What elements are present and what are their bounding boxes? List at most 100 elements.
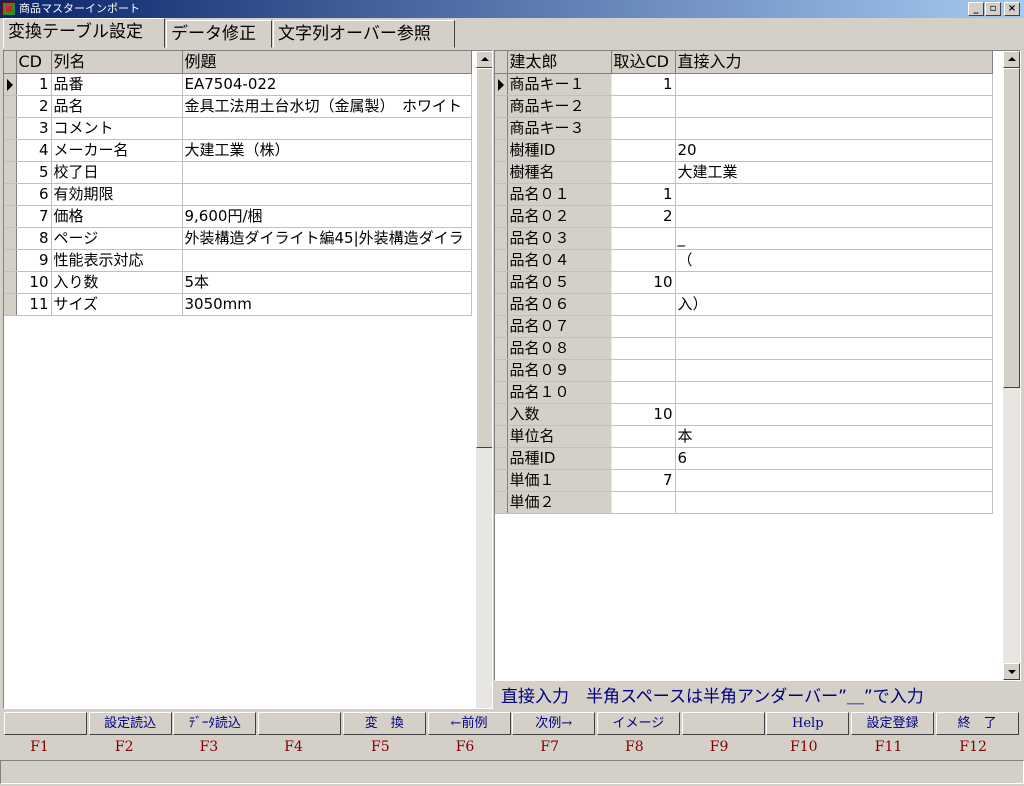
table-row[interactable]: 品名０５ 10 bbox=[495, 271, 993, 294]
cell-example[interactable]: 金具工法用土台水切（金属製） ホワイト bbox=[182, 95, 472, 118]
row-selector[interactable] bbox=[495, 95, 508, 118]
row-selector[interactable] bbox=[495, 447, 508, 470]
cell-direct-input[interactable]: 大建工業 bbox=[675, 161, 993, 184]
cell-column-name[interactable]: 有効期限 bbox=[51, 183, 183, 206]
left-grid-scrollbar[interactable] bbox=[476, 51, 492, 708]
row-selector[interactable] bbox=[495, 315, 508, 338]
scroll-thumb[interactable] bbox=[476, 68, 492, 448]
cell-cd[interactable]: 5 bbox=[16, 161, 52, 184]
cell-example[interactable]: 3050mm bbox=[182, 293, 472, 316]
cell-import-cd[interactable] bbox=[611, 249, 676, 272]
cell-import-cd[interactable] bbox=[611, 293, 676, 316]
cell-import-cd[interactable] bbox=[611, 95, 676, 118]
scroll-up-button[interactable] bbox=[476, 51, 492, 68]
table-row[interactable]: 樹種名 大建工業 bbox=[495, 161, 993, 184]
cell-direct-input[interactable] bbox=[675, 183, 993, 206]
row-selector[interactable] bbox=[495, 337, 508, 360]
table-row[interactable]: 樹種ID 20 bbox=[495, 139, 993, 162]
table-row[interactable]: 入数 10 bbox=[495, 403, 993, 426]
row-selector[interactable] bbox=[4, 293, 17, 316]
cell-direct-input[interactable]: 6 bbox=[675, 447, 993, 470]
row-selector[interactable] bbox=[4, 139, 17, 162]
cell-direct-input[interactable] bbox=[675, 205, 993, 228]
cell-import-cd[interactable] bbox=[611, 381, 676, 404]
cell-column-name[interactable]: 性能表示対応 bbox=[51, 249, 183, 272]
row-selector[interactable] bbox=[495, 491, 508, 514]
cell-direct-input[interactable] bbox=[675, 403, 993, 426]
cell-direct-input[interactable] bbox=[675, 381, 993, 404]
cell-column-name[interactable]: サイズ bbox=[51, 293, 183, 316]
cell-cd[interactable]: 6 bbox=[16, 183, 52, 206]
convert-button[interactable]: 変 換 bbox=[342, 712, 426, 735]
save-settings-button[interactable]: 設定登録 bbox=[851, 712, 934, 735]
maximize-button[interactable]: ▫ bbox=[985, 2, 1001, 16]
table-row[interactable]: 品名０６ 入） bbox=[495, 293, 993, 316]
table-row[interactable]: 4 メーカー名 大建工業（株） bbox=[4, 139, 472, 162]
cell-direct-input[interactable] bbox=[675, 315, 993, 338]
row-selector[interactable] bbox=[495, 139, 508, 162]
cell-cd[interactable]: 10 bbox=[16, 271, 52, 294]
cell-direct-input[interactable] bbox=[675, 73, 993, 96]
table-row[interactable]: 1 品番 EA7504-022 bbox=[4, 73, 472, 96]
cell-example[interactable]: 5本 bbox=[182, 271, 472, 294]
row-selector[interactable] bbox=[495, 205, 508, 228]
exit-button[interactable]: 終 了 bbox=[935, 712, 1019, 735]
table-row[interactable]: 単価１ 7 bbox=[495, 469, 993, 492]
cell-import-cd[interactable]: 2 bbox=[611, 205, 676, 228]
cell-cd[interactable]: 9 bbox=[16, 249, 52, 272]
cell-column-name[interactable]: メーカー名 bbox=[51, 139, 183, 162]
cell-direct-input[interactable] bbox=[675, 359, 993, 382]
row-selector[interactable] bbox=[495, 359, 508, 382]
table-row[interactable]: 11 サイズ 3050mm bbox=[4, 293, 472, 316]
row-selector[interactable] bbox=[495, 73, 508, 96]
table-row[interactable]: 8 ページ 外装構造ダイライト編45|外装構造ダイラ bbox=[4, 227, 472, 250]
cell-direct-input[interactable] bbox=[675, 95, 993, 118]
tab-conversion-table[interactable]: 変換テーブル設定 bbox=[3, 18, 165, 48]
previous-example-button[interactable]: ←前例 bbox=[427, 712, 511, 735]
cell-direct-input[interactable] bbox=[675, 271, 993, 294]
cell-cd[interactable]: 3 bbox=[16, 117, 52, 140]
cell-cd[interactable]: 4 bbox=[16, 139, 52, 162]
cell-direct-input[interactable] bbox=[675, 117, 993, 140]
cell-import-cd[interactable] bbox=[611, 315, 676, 338]
cell-import-cd[interactable] bbox=[611, 337, 676, 360]
cell-import-cd[interactable]: 10 bbox=[611, 403, 676, 426]
table-row[interactable]: 7 価格 9,600円/梱 bbox=[4, 205, 472, 228]
cell-example[interactable] bbox=[182, 249, 472, 272]
scroll-down-button[interactable] bbox=[1003, 663, 1020, 680]
row-selector[interactable] bbox=[495, 161, 508, 184]
cell-cd[interactable]: 1 bbox=[16, 73, 52, 96]
row-selector[interactable] bbox=[4, 73, 17, 96]
cell-import-cd[interactable]: 7 bbox=[611, 469, 676, 492]
cell-import-cd[interactable] bbox=[611, 161, 676, 184]
cell-example[interactable]: EA7504-022 bbox=[182, 73, 472, 96]
row-selector[interactable] bbox=[495, 425, 508, 448]
cell-example[interactable]: 外装構造ダイライト編45|外装構造ダイラ bbox=[182, 227, 472, 250]
cell-example[interactable] bbox=[182, 183, 472, 206]
close-button[interactable]: × bbox=[1004, 2, 1020, 16]
minimize-button[interactable]: _ bbox=[968, 2, 984, 16]
image-button[interactable]: イメージ bbox=[596, 712, 680, 735]
row-selector[interactable] bbox=[495, 183, 508, 206]
table-row[interactable]: 2 品名 金具工法用土台水切（金属製） ホワイト bbox=[4, 95, 472, 118]
cell-column-name[interactable]: 価格 bbox=[51, 205, 183, 228]
cell-import-cd[interactable] bbox=[611, 227, 676, 250]
cell-direct-input[interactable]: （ bbox=[675, 249, 993, 272]
row-selector[interactable] bbox=[495, 249, 508, 272]
row-selector[interactable] bbox=[495, 403, 508, 426]
row-selector[interactable] bbox=[495, 469, 508, 492]
cell-import-cd[interactable]: 10 bbox=[611, 271, 676, 294]
row-selector[interactable] bbox=[4, 161, 17, 184]
row-selector[interactable] bbox=[4, 205, 17, 228]
table-row[interactable]: 商品キー１ 1 bbox=[495, 73, 993, 96]
row-selector[interactable] bbox=[4, 117, 17, 140]
cell-import-cd[interactable]: 1 bbox=[611, 73, 676, 96]
table-row[interactable]: 3 コメント bbox=[4, 117, 472, 140]
tab-data-edit[interactable]: データ修正 bbox=[166, 20, 272, 48]
table-row[interactable]: 品名０７ bbox=[495, 315, 993, 338]
cell-cd[interactable]: 8 bbox=[16, 227, 52, 250]
cell-cd[interactable]: 11 bbox=[16, 293, 52, 316]
cell-column-name[interactable]: ページ bbox=[51, 227, 183, 250]
row-selector[interactable] bbox=[4, 249, 17, 272]
cell-example[interactable] bbox=[182, 117, 472, 140]
